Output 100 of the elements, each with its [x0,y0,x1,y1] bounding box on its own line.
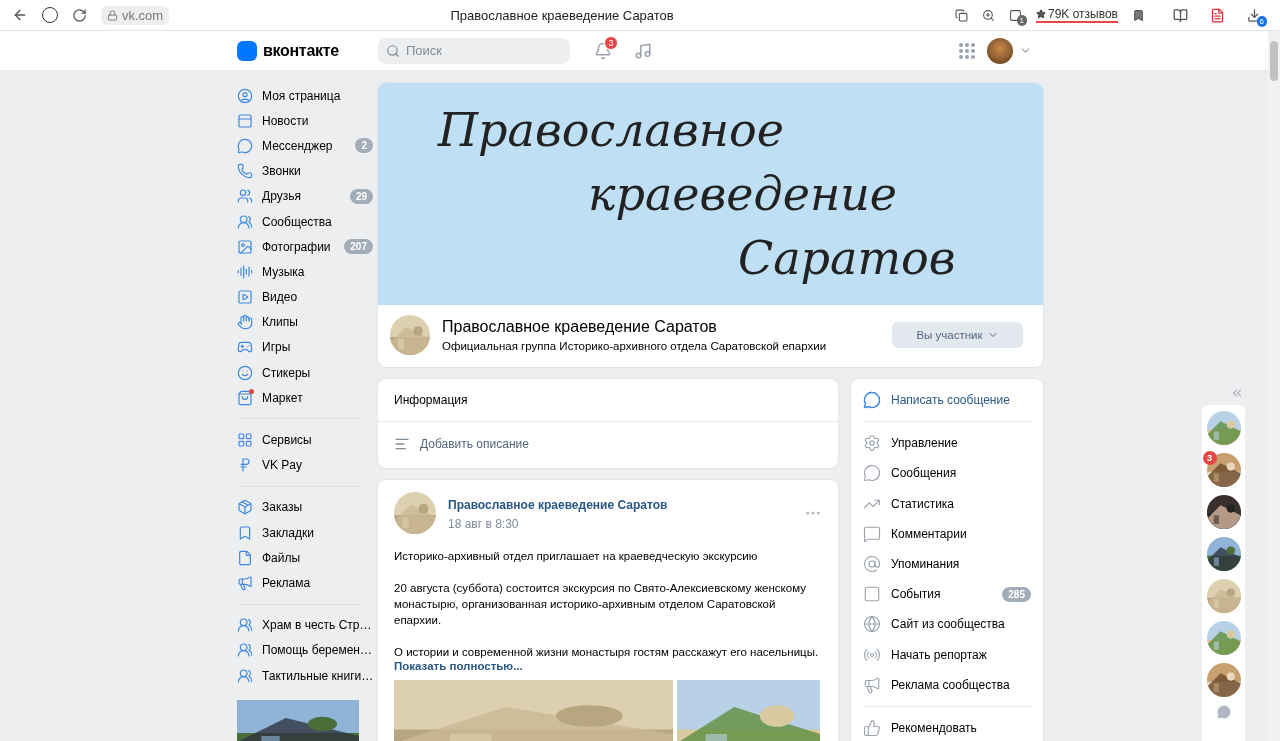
nav-icon [237,617,253,634]
chat-avatar[interactable] [1206,495,1241,529]
search-field[interactable]: Поиск [378,37,570,64]
action-icon [863,555,881,574]
post-text: 20 августа (суббота) состоится экскурсия по Свято-Алексиевскому женскому монастырю, организованная историко-архивным отделом Саратовской епархии. [394,581,807,628]
nav-item[interactable]: Сервисы [237,427,373,453]
nav-item[interactable]: Видео [237,284,373,310]
nav-item[interactable]: Заказы [237,494,373,520]
reviews-link[interactable]: 79K отзывов [1036,7,1118,23]
nav-icon [237,289,253,306]
show-more-link[interactable]: Показать полностью... [394,660,822,672]
nav-item[interactable]: Храм в честь Стр… [237,612,373,638]
action-icon [863,464,881,483]
message-icon [863,391,881,410]
action-item[interactable]: Сообщения [863,458,1031,489]
reload-icon[interactable] [72,7,87,23]
nav-item[interactable]: Тактильные книги… [237,662,373,689]
post-author[interactable]: Православное краеведение Саратов [448,498,668,512]
chat-avatar[interactable]: 3 [1206,453,1241,487]
nav-item[interactable]: Сообщества [237,208,373,235]
zoom-icon[interactable] [982,8,995,22]
chat-avatar[interactable] [1206,663,1241,697]
nav-icon [237,574,253,591]
pdf-icon[interactable] [1210,7,1225,23]
nav-icon [237,314,253,331]
vk-logo-icon[interactable] [237,40,257,61]
group-description: Официальная группа Историко-архивного отдела Саратовской епархии [442,340,827,352]
nav-item[interactable]: Музыка [237,259,373,285]
nav-item[interactable]: Стикеры [237,360,373,386]
nav-icon [237,238,253,255]
address-bar[interactable]: vk.com [101,5,170,25]
nav-item[interactable]: Клипы [237,309,373,335]
nav-item[interactable]: Новости [237,108,373,134]
count-badge: 2 [355,138,373,154]
star-icon [1036,9,1046,19]
count-badge: 6 [1256,15,1267,27]
action-item[interactable]: Реклама сообщества [863,669,1031,700]
action-item[interactable]: Упоминания [863,548,1031,580]
search-icon [386,43,400,58]
scrollbar-thumb[interactable] [1270,41,1278,81]
notification-badge: 3 [604,35,618,50]
action-item[interactable]: Управление [863,428,1031,459]
nav-item[interactable]: Маркет [237,385,373,411]
count-badge: 285 [1002,586,1031,602]
nav-icon [237,263,253,280]
nav-item[interactable]: Мессенджер 2 [237,133,373,159]
post-time: 18 авг в 8:30 [448,517,520,531]
nav-icon [237,112,253,129]
action-item[interactable]: Комментарии [863,518,1031,549]
nav-item[interactable]: Звонки [237,158,373,184]
add-description-link[interactable]: Добавить описание [378,422,838,468]
post-text: Историко-архивный отдел приглашает на краеведческую экскурсию [394,549,759,564]
banner-text: Саратов [737,230,957,287]
extension-icon[interactable] [1009,8,1022,22]
logo-text[interactable]: вконтакте [263,41,339,60]
unread-badge: 3 [1202,451,1217,465]
profile-avatar[interactable] [987,37,1013,64]
action-item[interactable]: Начать репортаж [863,639,1031,670]
action-icon [863,585,881,604]
chat-avatar[interactable] [1206,537,1241,571]
reader-icon[interactable] [1173,7,1188,23]
action-item[interactable]: Сайт из сообщества [863,609,1031,640]
lines-icon [394,436,410,452]
nav-item[interactable]: VK Pay [237,452,373,478]
banner-text: краеведение [587,166,899,223]
nav-item[interactable]: Файлы [237,545,373,571]
info-title: Информация [378,379,838,422]
group-name: Православное краеведение Саратов [442,318,718,336]
action-item[interactable]: События 285 [863,579,1031,610]
post-text: О истории и современной жизни монастыря гостям расскажут его насельницы. [394,645,820,660]
apps-icon[interactable] [958,41,976,60]
music-icon[interactable] [634,41,652,60]
nav-item[interactable]: Друзья 29 [237,183,373,209]
nav-icon [237,457,253,474]
nav-item[interactable]: Реклама [237,570,373,596]
nav-item[interactable]: Помощь беремен… [237,637,373,663]
action-icon [863,675,881,694]
nav-icon [237,432,253,449]
nav-item[interactable]: Фотографии 207 [237,234,373,260]
banner-text: Православное [436,102,785,159]
nav-icon [237,389,253,406]
copy-icon[interactable] [955,8,968,22]
nav-item[interactable]: Игры [237,334,373,361]
member-button[interactable]: Вы участник [892,322,1023,348]
recommend-link[interactable]: Рекомендовать [863,712,1031,741]
back-icon[interactable] [12,7,28,23]
action-item[interactable]: Статистика [863,488,1031,519]
nav-icon [237,642,253,659]
nav-item[interactable]: Моя страница [237,83,373,109]
page-title: Православное краеведение Саратов [449,7,675,23]
nav-icon [237,499,253,516]
bookmark-icon[interactable] [1132,8,1145,22]
nav-icon [237,163,253,180]
nav-icon [237,213,253,230]
nav-item[interactable]: Закладки [237,520,373,546]
nav-icon [237,524,253,541]
bell-icon[interactable] [594,41,612,60]
nav-icon [237,137,253,154]
write-message-link[interactable]: Написать сообщение [863,385,1031,416]
thumbs-up-icon [863,718,881,737]
